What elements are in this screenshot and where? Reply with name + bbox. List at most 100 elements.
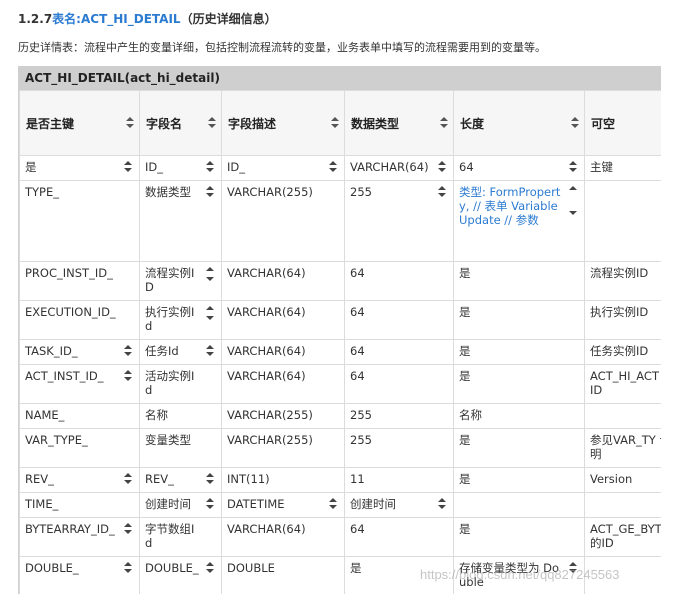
- spinner-icon[interactable]: [123, 161, 133, 173]
- spinner-icon[interactable]: [437, 186, 447, 198]
- table-cell: 存储变量类型为 Double: [453, 556, 585, 594]
- spinner-icon[interactable]: [437, 498, 447, 510]
- table-cell: VARCHAR(255): [221, 428, 345, 468]
- table-name: ACT_HI_DETAIL: [80, 12, 181, 26]
- column-header-field-name[interactable]: 字段名: [139, 90, 222, 156]
- column-header-is-primary[interactable]: 是否主键: [19, 90, 140, 156]
- table-cell: 是: [453, 428, 585, 468]
- column-header-length[interactable]: 长度: [453, 90, 585, 156]
- table-cell: 64: [344, 364, 454, 404]
- spinner-icon[interactable]: [123, 523, 133, 535]
- sort-icon[interactable]: [330, 116, 340, 130]
- table-row: NAME_ 名称 VARCHAR(255) 255 名称: [19, 403, 661, 429]
- table-cell: ACT_GE_BYT 表的ID: [584, 517, 661, 557]
- spinner-icon[interactable]: [568, 186, 578, 246]
- table-cell: 执行实例Id: [139, 300, 222, 340]
- spinner-icon[interactable]: [123, 562, 133, 574]
- spinner-icon[interactable]: [205, 562, 215, 574]
- column-header-field-desc[interactable]: 字段描述: [221, 90, 345, 156]
- table-cell: 64: [344, 261, 454, 301]
- column-header-nullable[interactable]: 可空: [584, 90, 661, 156]
- spinner-icon[interactable]: [123, 370, 133, 382]
- sort-icon[interactable]: [439, 116, 449, 130]
- section-heading: 1.2.7表名:ACT_HI_DETAIL（历史详细信息）: [18, 10, 277, 27]
- spinner-icon[interactable]: [123, 473, 133, 485]
- table-cell: VARCHAR(64): [221, 364, 345, 404]
- table-cell: [453, 492, 585, 518]
- table-cell: VARCHAR(64): [221, 261, 345, 301]
- table-cell: 活动实例Id: [139, 364, 222, 404]
- table-cell: Version: [584, 467, 661, 493]
- table-cell: 创建时间: [344, 492, 454, 518]
- table-cell: DOUBLE_: [19, 556, 140, 594]
- table-cell: VAR_TYPE_: [19, 428, 140, 468]
- table-cell: DOUBLE: [221, 556, 345, 594]
- table-cell: TASK_ID_: [19, 339, 140, 365]
- field-table: 是否主键 字段名 字段描述 数据类型 长度 可空 是 ID_ ID_ VARCH…: [19, 90, 661, 594]
- table-cell: 255: [344, 180, 454, 262]
- table-cell: 名称: [139, 403, 222, 429]
- table-cell: DOUBLE_: [139, 556, 222, 594]
- table-cell: PROC_INST_ID_: [19, 261, 140, 301]
- table-cell: 主键: [584, 155, 661, 181]
- table-cell: TIME_: [19, 492, 140, 518]
- spinner-icon[interactable]: [328, 498, 338, 510]
- spinner-icon[interactable]: [328, 161, 338, 173]
- table-row: EXECUTION_ID_ 执行实例Id VARCHAR(64) 64 是 执行…: [19, 300, 661, 340]
- table-cell: DATETIME: [221, 492, 345, 518]
- spinner-icon[interactable]: [568, 161, 578, 173]
- sort-icon[interactable]: [570, 116, 580, 130]
- table-cell: 是: [453, 517, 585, 557]
- table-cell: VARCHAR(64): [221, 300, 345, 340]
- table-cell: 64: [344, 339, 454, 365]
- column-header-data-type[interactable]: 数据类型: [344, 90, 454, 156]
- spinner-icon[interactable]: [568, 562, 578, 574]
- table-description: 历史详情表：流程中产生的变量详细，包括控制流程流转的变量，业务表单中填写的流程需…: [18, 41, 546, 54]
- section-number: 1.2.7: [18, 12, 53, 26]
- table-row: REV_ REV_ INT(11) 11 是 Version: [19, 467, 661, 493]
- spinner-icon[interactable]: [205, 345, 215, 357]
- table-name-label: 表名:: [52, 12, 81, 26]
- table-cell: 是: [453, 261, 585, 301]
- table-cell: 执行实例ID: [584, 300, 661, 340]
- table-cell: VARCHAR(64): [221, 339, 345, 365]
- table-cell: [584, 180, 661, 262]
- table-cell: 变量类型: [139, 428, 222, 468]
- table-row: PROC_INST_ID_ 流程实例ID VARCHAR(64) 64 是 流程…: [19, 261, 661, 301]
- table-cell: NAME_: [19, 403, 140, 429]
- table-cell: 64: [344, 517, 454, 557]
- table-cell: 数据类型: [139, 180, 222, 262]
- table-cell: 255: [344, 428, 454, 468]
- spinner-icon[interactable]: [205, 306, 215, 336]
- table-cell: [584, 556, 661, 594]
- table-cell: 名称: [453, 403, 585, 429]
- table-cell: 创建时间: [139, 492, 222, 518]
- spinner-icon[interactable]: [205, 186, 215, 198]
- table-caption: ACT_HI_DETAIL(act_hi_detail): [19, 66, 661, 90]
- sort-icon[interactable]: [207, 116, 217, 130]
- table-cell: 是: [19, 155, 140, 181]
- spinner-icon[interactable]: [205, 473, 215, 485]
- spinner-icon[interactable]: [437, 161, 447, 173]
- table-cell: 类型: FormProperty, // 表单 VariableUpdate /…: [453, 180, 585, 262]
- table-cell: 参见VAR_TY 说明: [584, 428, 661, 468]
- table-row: TYPE_ 数据类型 VARCHAR(255) 255 类型: FormProp…: [19, 180, 661, 262]
- table-row: VAR_TYPE_ 变量类型 VARCHAR(255) 255 是 参见VAR_…: [19, 428, 661, 468]
- spinner-icon[interactable]: [205, 498, 215, 510]
- table-cell: 是: [453, 467, 585, 493]
- table-row: BYTEARRAY_ID_ 字节数组Id VARCHAR(64) 64 是 AC…: [19, 517, 661, 557]
- sort-icon[interactable]: [125, 116, 135, 130]
- table-cell: REV_: [19, 467, 140, 493]
- spinner-icon[interactable]: [205, 267, 215, 297]
- table-cell: TYPE_: [19, 180, 140, 262]
- table-container[interactable]: ACT_HI_DETAIL(act_hi_detail) 是否主键 字段名 字段…: [18, 66, 661, 594]
- table-cell: ID_: [139, 155, 222, 181]
- table-row: DOUBLE_ DOUBLE_ DOUBLE 是 存储变量类型为 Double: [19, 556, 661, 594]
- table-cell: 255: [344, 403, 454, 429]
- table-cell: EXECUTION_ID_: [19, 300, 140, 340]
- table-cell: [584, 492, 661, 518]
- table-cell: ACT_HI_ACT 的ID: [584, 364, 661, 404]
- table-cell: [584, 403, 661, 429]
- spinner-icon[interactable]: [123, 345, 133, 357]
- spinner-icon[interactable]: [205, 161, 215, 173]
